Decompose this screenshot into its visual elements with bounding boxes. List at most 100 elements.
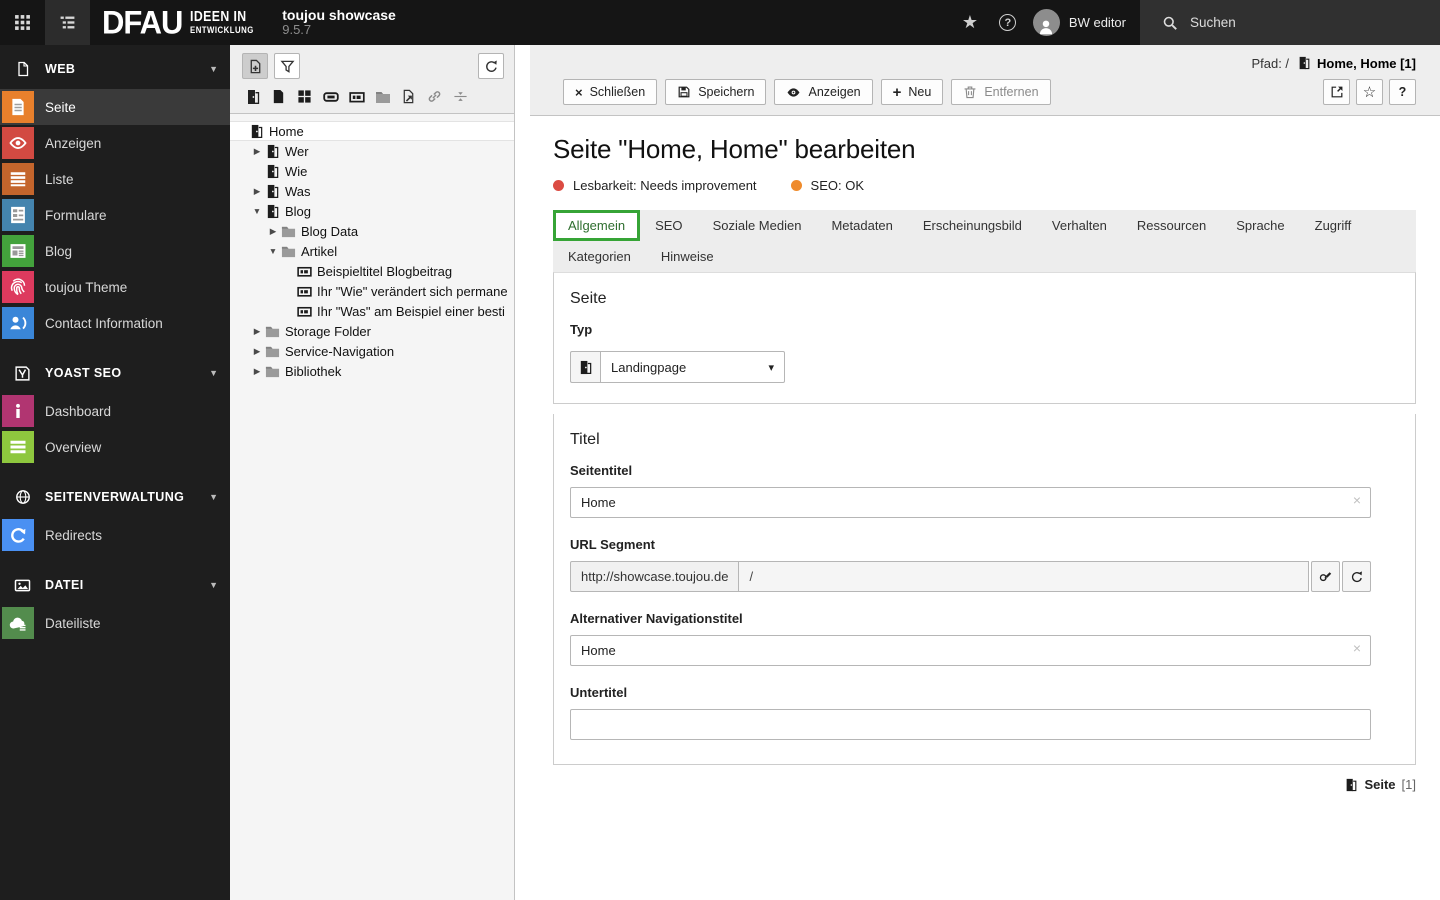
page-icon <box>248 123 264 139</box>
tree-item[interactable]: Ihr "Was" am Beispiel einer besti <box>230 301 514 321</box>
username: BW editor <box>1068 15 1126 30</box>
untertitel-input[interactable] <box>570 709 1371 740</box>
tree-item[interactable]: Beispieltitel Blogbeitrag <box>230 261 514 281</box>
seitentitel-input[interactable] <box>570 487 1371 518</box>
tree-item[interactable]: ▶ Storage Folder <box>230 321 514 341</box>
tree-item[interactable]: ▶ Blog Data <box>230 221 514 241</box>
tab-zugriff[interactable]: Zugriff <box>1300 210 1367 241</box>
help-button-docheader[interactable]: ? <box>1389 79 1416 105</box>
drag-new-plugin-page[interactable] <box>348 88 365 105</box>
clear-input-icon[interactable]: × <box>1353 641 1361 655</box>
tab-allgemein[interactable]: Allgemein <box>553 210 641 241</box>
tree-item[interactable]: Home <box>230 121 514 141</box>
module-menu-toggle-button[interactable] <box>0 0 45 45</box>
url-edit-toggle-button[interactable] <box>1311 561 1340 592</box>
nav-titel-input[interactable] <box>570 635 1371 666</box>
tree-item[interactable]: Wie <box>230 161 514 181</box>
typ-select[interactable]: Landingpage ▾ <box>600 351 785 383</box>
tab-verhalten[interactable]: Verhalten <box>1037 210 1122 241</box>
drag-new-mountpoint[interactable] <box>322 88 339 105</box>
tree-item[interactable]: ▶ Service-Navigation <box>230 341 514 361</box>
clear-input-icon[interactable]: × <box>1353 493 1361 507</box>
delete-button[interactable]: Entfernen <box>951 79 1051 105</box>
expand-caret-icon[interactable]: ▶ <box>250 346 264 357</box>
tree-item[interactable]: ▶ Was <box>230 181 514 201</box>
tree-list-icon <box>59 14 76 31</box>
collapse-caret-icon[interactable]: ▼ <box>250 206 264 216</box>
drag-new-link[interactable] <box>426 88 443 105</box>
sidebar-item-blog[interactable]: Blog <box>0 233 230 269</box>
folder-icon <box>264 363 280 379</box>
readability-status: Lesbarkeit: Needs improvement <box>553 178 757 193</box>
bookmark-button[interactable]: ★ <box>951 0 989 45</box>
expand-caret-icon[interactable]: ▶ <box>250 366 264 377</box>
page-type-icon <box>570 351 600 383</box>
global-search[interactable]: Suchen <box>1140 0 1440 45</box>
open-in-new-window-button[interactable] <box>1323 79 1350 105</box>
drag-new-page-default[interactable] <box>244 88 261 105</box>
bookmark-page-button[interactable]: ☆ <box>1356 79 1383 105</box>
refresh-tree-button[interactable] <box>478 53 504 79</box>
drag-new-page-standard[interactable] <box>270 88 287 105</box>
group-header-datei[interactable]: DATEI ▼ <box>0 565 230 605</box>
close-button[interactable]: × Schließen <box>563 79 658 105</box>
new-button[interactable]: + Neu <box>880 79 944 105</box>
filter-button[interactable] <box>274 53 300 79</box>
section-titel: Titel Seitentitel × URL Segment http://s… <box>553 414 1416 765</box>
list-module-icon <box>2 163 34 195</box>
drag-new-shortcut[interactable] <box>400 88 417 105</box>
breadcrumb: Pfad: / Home, Home [1] <box>1251 55 1416 71</box>
tree-item[interactable]: ▼ Artikel <box>230 241 514 261</box>
expand-caret-icon[interactable]: ▶ <box>250 146 264 157</box>
view-button[interactable]: Anzeigen <box>774 79 873 105</box>
save-button[interactable]: Speichern <box>665 79 767 105</box>
tab-erscheinungsbild[interactable]: Erscheinungsbild <box>908 210 1037 241</box>
content-record-icon <box>296 263 312 279</box>
sidebar-item-anzeigen[interactable]: Anzeigen <box>0 125 230 161</box>
sidebar-item-redirects[interactable]: Redirects <box>0 517 230 553</box>
drag-new-divider[interactable] <box>452 88 469 105</box>
tree-item[interactable]: ▶ Wer <box>230 141 514 161</box>
sidebar-item-seite[interactable]: Seite <box>0 89 230 125</box>
panel-splitter[interactable] <box>515 45 530 900</box>
expand-caret-icon[interactable]: ▶ <box>250 326 264 337</box>
readability-status-dot <box>553 180 564 191</box>
tab-metadaten[interactable]: Metadaten <box>816 210 907 241</box>
tab-sprache[interactable]: Sprache <box>1221 210 1299 241</box>
tree-item[interactable]: ▼ Blog <box>230 201 514 221</box>
tab-hinweise[interactable]: Hinweise <box>646 241 729 272</box>
group-header-web[interactable]: WEB ▼ <box>0 49 230 89</box>
group-header-yoast[interactable]: YOAST SEO ▼ <box>0 353 230 393</box>
chevron-down-icon: ▼ <box>209 580 218 590</box>
tree-item[interactable]: Ihr "Wie" verändert sich permane <box>230 281 514 301</box>
url-recalculate-button[interactable] <box>1342 561 1371 592</box>
sidebar-item-overview[interactable]: Overview <box>0 429 230 465</box>
tab-kategorien[interactable]: Kategorien <box>553 241 646 272</box>
help-button[interactable]: ? <box>989 0 1027 45</box>
tab-seo[interactable]: SEO <box>640 210 697 241</box>
sidebar-item-toujou-theme[interactable]: toujou Theme <box>0 269 230 305</box>
user-menu[interactable]: BW editor <box>1027 0 1140 45</box>
drag-new-page-grid[interactable] <box>296 88 313 105</box>
section-heading: Seite <box>570 290 607 307</box>
tree-item[interactable]: ▶ Bibliothek <box>230 361 514 381</box>
page-icon <box>1297 56 1311 70</box>
collapse-caret-icon[interactable]: ▼ <box>266 246 280 256</box>
sidebar-item-contact-information[interactable]: Contact Information <box>0 305 230 341</box>
group-header-seitenverwaltung[interactable]: SEITENVERWALTUNG ▼ <box>0 477 230 517</box>
section-heading: Titel <box>570 431 600 448</box>
fingerprint-icon <box>2 271 34 303</box>
sidebar-item-formulare[interactable]: Formulare <box>0 197 230 233</box>
new-page-button[interactable] <box>242 53 268 79</box>
drag-new-folder[interactable] <box>374 88 391 105</box>
folder-icon <box>280 223 296 239</box>
sidebar-item-liste[interactable]: Liste <box>0 161 230 197</box>
expand-caret-icon[interactable]: ▶ <box>266 226 280 237</box>
page-icon <box>264 203 280 219</box>
tab-soziale-medien[interactable]: Soziale Medien <box>698 210 817 241</box>
sidebar-item-dashboard[interactable]: Dashboard <box>0 393 230 429</box>
expand-caret-icon[interactable]: ▶ <box>250 186 264 197</box>
tab-ressourcen[interactable]: Ressourcen <box>1122 210 1221 241</box>
navigation-toggle-button[interactable] <box>45 0 90 45</box>
sidebar-item-dateiliste[interactable]: Dateiliste <box>0 605 230 641</box>
